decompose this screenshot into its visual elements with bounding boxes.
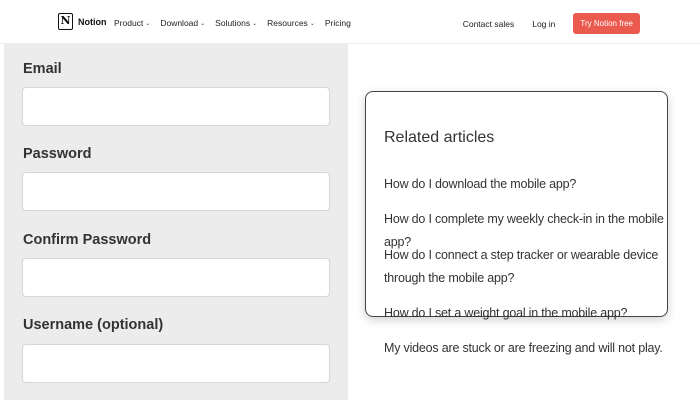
username-field[interactable] [22, 344, 330, 383]
article-link[interactable]: How do I set a weight goal in the mobile… [384, 302, 664, 325]
nav-links: Product ⌄ Download ⌄ Solutions ⌄ Resources ⌄… [114, 18, 351, 28]
notion-logo[interactable]: N Notion [58, 13, 107, 30]
top-nav: N Notion Product ⌄ Download ⌄ Solutions ⌄ R… [0, 0, 700, 44]
chevron-down-icon: ⌄ [309, 20, 315, 27]
nav-product[interactable]: Product ⌄ [114, 18, 150, 28]
chevron-down-icon: ⌄ [252, 20, 258, 27]
login-link[interactable]: Log in [532, 19, 555, 29]
nav-solutions[interactable]: Solutions ⌄ [215, 18, 257, 28]
nav-resources[interactable]: Resources ⌄ [267, 18, 315, 28]
password-label: Password [23, 146, 92, 162]
article-link[interactable]: How do I connect a step tracker or weara… [384, 244, 664, 290]
username-label: Username (optional) [23, 317, 164, 333]
chevron-down-icon: ⌄ [145, 20, 151, 27]
confirm-password-field[interactable] [22, 258, 330, 297]
email-label: Email [23, 61, 62, 77]
password-field[interactable] [22, 172, 330, 211]
signup-form-panel: Email Password Confirm Password Username… [4, 44, 348, 400]
notion-logo-icon: N [58, 13, 73, 30]
nav-download[interactable]: Download ⌄ [160, 18, 205, 28]
related-articles-title: Related articles [384, 129, 495, 146]
article-link[interactable]: My videos are stuck or are freezing and … [384, 337, 664, 360]
nav-pricing[interactable]: Pricing [325, 18, 351, 28]
article-link[interactable]: How do I download the mobile app? [384, 173, 664, 196]
try-notion-free-button[interactable]: Try Notion free [573, 13, 640, 34]
chevron-down-icon: ⌄ [200, 20, 206, 27]
contact-sales-link[interactable]: Contact sales [463, 19, 515, 29]
nav-actions: Contact sales Log in Try Notion free [463, 13, 640, 34]
confirm-password-label: Confirm Password [23, 232, 152, 248]
email-field[interactable] [22, 87, 330, 126]
logo-text: Notion [78, 16, 107, 27]
